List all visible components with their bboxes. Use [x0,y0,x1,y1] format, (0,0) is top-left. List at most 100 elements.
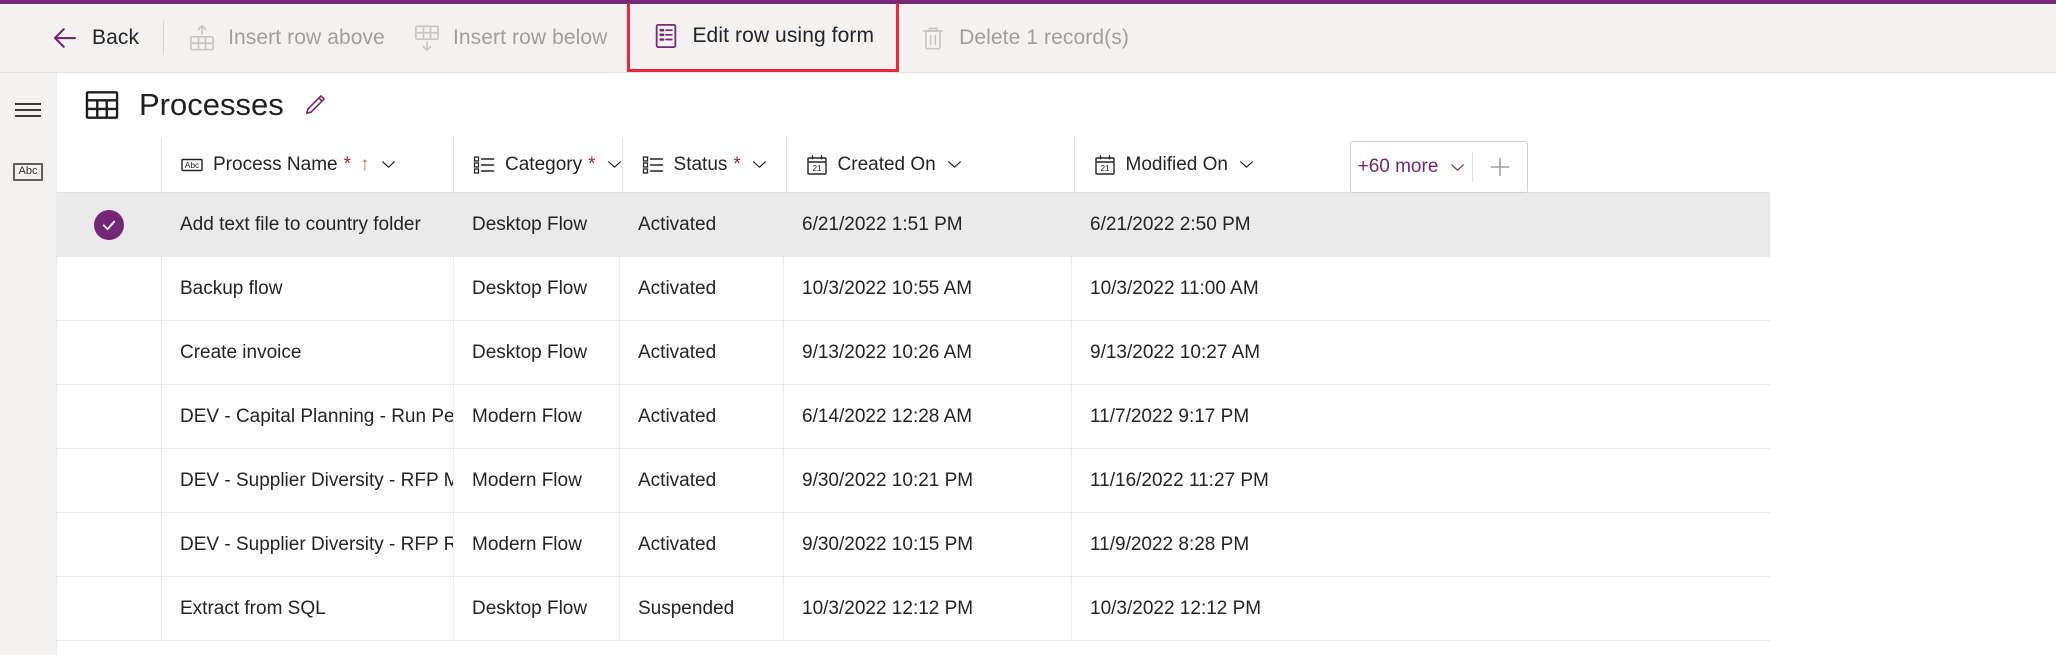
pencil-icon[interactable] [302,92,328,118]
cell-process-name[interactable]: Backup flow [161,257,453,320]
cell-status[interactable]: Activated [619,385,783,448]
cell-created-on[interactable]: 10/3/2022 10:55 AM [783,257,1071,320]
abc-icon: Abc [13,163,44,181]
cell-category[interactable]: Desktop Flow [453,577,619,640]
edit-row-using-form-button[interactable]: Edit row using form [627,3,899,72]
more-columns-button[interactable]: +60 more [1351,142,1472,192]
cell-modified-on[interactable]: 11/9/2022 8:28 PM [1071,513,1359,576]
cell-modified-on[interactable]: 10/3/2022 11:00 AM [1071,257,1359,320]
table-row[interactable]: DEV - Capital Planning - Run Period Mode… [57,385,1770,449]
choice-list-icon [641,153,665,177]
insert-row-above-button[interactable]: Insert row above [174,12,399,64]
table-row[interactable]: Extract from SQL Desktop Flow Suspended … [57,577,1770,641]
chevron-down-icon[interactable] [605,160,622,169]
command-toolbar: Back Insert row above Insert r [0,4,2056,73]
cell-status[interactable]: Activated [619,321,783,384]
cell-status[interactable]: Activated [619,193,783,256]
cell-created-on[interactable]: 6/14/2022 12:28 AM [783,385,1071,448]
add-column-button[interactable] [1473,142,1527,192]
cell-category[interactable]: Modern Flow [453,449,619,512]
abc-text-icon: Abc [180,153,204,177]
row-select-cell[interactable] [57,321,161,384]
cell-modified-on[interactable]: 11/7/2022 9:17 PM [1071,385,1359,448]
chevron-down-icon[interactable] [750,160,767,169]
chevron-down-icon[interactable] [1237,160,1254,169]
cell-category[interactable]: Modern Flow [453,385,619,448]
cell-modified-on[interactable]: 6/21/2022 2:50 PM [1071,193,1359,256]
cell-status[interactable]: Suspended [619,577,783,640]
left-rail: Abc [0,73,57,655]
cell-process-name[interactable]: DEV - Capital Planning - Run Period [161,385,453,448]
cell-category[interactable]: Modern Flow [453,513,619,576]
edit-row-form-icon [652,22,680,50]
back-button[interactable]: Back [36,12,153,64]
table-row[interactable]: Add text file to country folder Desktop … [57,193,1770,257]
column-header-label: Modified On [1126,154,1228,176]
insert-row-below-icon [413,24,441,52]
column-header-label: Category [505,154,582,176]
cell-status[interactable]: Activated [619,449,783,512]
column-header-process-name[interactable]: Abc Process Name * ↑ [161,137,453,192]
chevron-down-icon [1448,163,1465,172]
page-title: Processes [139,87,284,123]
cell-category[interactable]: Desktop Flow [453,193,619,256]
edit-row-using-form-label: Edit row using form [692,24,874,48]
cell-category[interactable]: Desktop Flow [453,257,619,320]
select-all-header-cell[interactable] [57,137,161,192]
cell-process-name[interactable]: DEV - Supplier Diversity - RFP Res... [161,513,453,576]
cell-created-on[interactable]: 10/3/2022 12:12 PM [783,577,1071,640]
sort-ascending-icon: ↑ [360,154,370,176]
back-button-label: Back [92,26,139,50]
trash-icon [919,24,947,52]
cell-category[interactable]: Desktop Flow [453,321,619,384]
calendar-icon: 21 [1093,153,1117,177]
cell-process-name[interactable]: Extract from SQL [161,577,453,640]
cell-created-on[interactable]: 9/30/2022 10:15 PM [783,513,1071,576]
row-select-cell[interactable] [57,449,161,512]
cell-status[interactable]: Activated [619,257,783,320]
calendar-icon: 21 [805,153,829,177]
cell-modified-on[interactable]: 10/3/2022 12:12 PM [1071,577,1359,640]
column-header-status[interactable]: Status * [622,137,786,192]
page-header: Processes [57,73,2056,137]
table-row[interactable]: Backup flow Desktop Flow Activated 10/3/… [57,257,1770,321]
required-marker: * [733,154,740,176]
row-select-cell[interactable] [57,513,161,576]
column-header-created-on[interactable]: 21 Created On [786,137,1074,192]
row-select-cell[interactable] [57,385,161,448]
cell-modified-on[interactable]: 9/13/2022 10:27 AM [1071,321,1359,384]
checkmark-icon [94,210,124,240]
row-select-cell[interactable] [57,193,161,256]
required-marker: * [588,154,595,176]
column-header-category[interactable]: Category * [453,137,622,192]
delete-records-label: Delete 1 record(s) [959,26,1129,50]
cell-created-on[interactable]: 6/21/2022 1:51 PM [783,193,1071,256]
chevron-down-icon[interactable] [379,160,396,169]
insert-row-above-icon [188,24,216,52]
table-icon [83,86,121,124]
svg-text:21: 21 [1100,164,1110,173]
row-select-cell[interactable] [57,257,161,320]
cell-created-on[interactable]: 9/13/2022 10:26 AM [783,321,1071,384]
rail-text-column-button[interactable]: Abc [8,155,48,189]
cell-process-name[interactable]: Create invoice [161,321,453,384]
table-row[interactable]: Create invoice Desktop Flow Activated 9/… [57,321,1770,385]
cell-modified-on[interactable]: 11/16/2022 11:27 PM [1071,449,1359,512]
cell-created-on[interactable]: 9/30/2022 10:21 PM [783,449,1071,512]
table-row[interactable]: DEV - Supplier Diversity - RFP Res... Mo… [57,513,1770,577]
column-header-label: Process Name [213,154,338,176]
data-grid: Abc Process Name * ↑ [57,137,2056,655]
column-header-modified-on[interactable]: 21 Modified On [1074,137,1362,192]
row-select-cell[interactable] [57,577,161,640]
insert-row-above-label: Insert row above [228,26,385,50]
cell-process-name[interactable]: DEV - Supplier Diversity - RFP Ma... [161,449,453,512]
cell-status[interactable]: Activated [619,513,783,576]
toolbar-divider [163,21,164,55]
cell-process-name[interactable]: Add text file to country folder [161,193,453,256]
insert-row-below-label: Insert row below [453,26,608,50]
chevron-down-icon[interactable] [945,160,962,169]
rail-menu-button[interactable] [8,93,48,127]
delete-records-button[interactable]: Delete 1 record(s) [905,12,1143,64]
table-row[interactable]: DEV - Supplier Diversity - RFP Ma... Mod… [57,449,1770,513]
insert-row-below-button[interactable]: Insert row below [399,12,622,64]
